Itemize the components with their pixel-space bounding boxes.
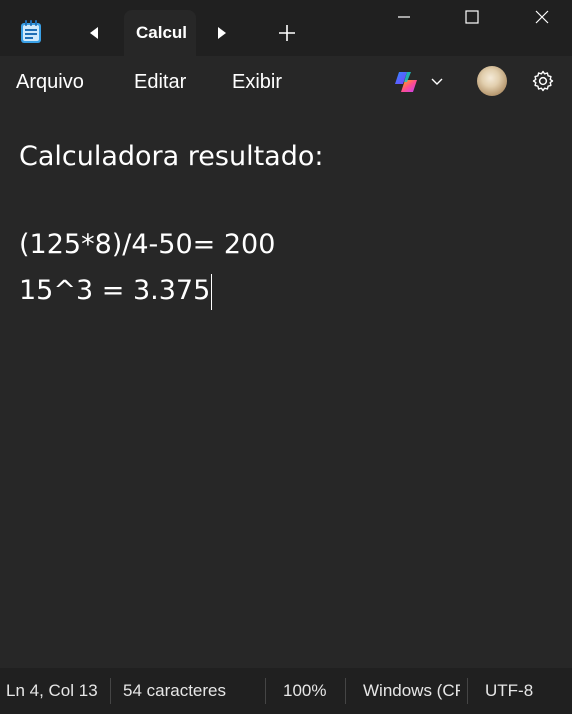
copilot-icon[interactable]: [392, 70, 420, 94]
menu-arquivo[interactable]: Arquivo: [16, 70, 84, 94]
zoom-level[interactable]: 100%: [283, 681, 343, 701]
cursor-position: Ln 4, Col 13: [6, 681, 98, 700]
caret-left-icon[interactable]: [82, 22, 106, 44]
editor-line: (125*8)/4-50= 200: [19, 229, 276, 260]
close-icon[interactable]: [518, 0, 566, 34]
notepad-icon: [20, 20, 42, 44]
tab-label: Calcul: [136, 23, 188, 42]
status-divider: [467, 678, 468, 704]
menu-exibir[interactable]: Exibir: [232, 70, 282, 94]
gear-icon[interactable]: [531, 69, 555, 93]
avatar[interactable]: [477, 66, 507, 96]
text-editor[interactable]: Calculadora resultado: (125*8)/4-50= 200…: [0, 108, 572, 668]
maximize-icon[interactable]: [448, 0, 496, 34]
editor-line-text: 15^3 = 3.375: [19, 275, 211, 306]
text-caret: [211, 273, 213, 310]
caret-right-icon[interactable]: [210, 22, 234, 44]
editor-line-current: 15^3 = 3.375: [19, 268, 572, 314]
encoding[interactable]: UTF-8: [485, 681, 555, 701]
notepad-window: Calcul Arquivo Editar Exibir Calculadora…: [0, 0, 572, 714]
line-ending[interactable]: Windows (CRLF): [363, 681, 460, 701]
minimize-icon[interactable]: [380, 0, 428, 34]
chevron-down-icon[interactable]: [428, 72, 446, 90]
status-divider: [265, 678, 266, 704]
title-bar: Calcul: [0, 0, 572, 56]
tab-calculadora[interactable]: Calcul: [124, 10, 196, 56]
status-bar: Ln 4, Col 13 54 caracteres 100% Windows …: [0, 668, 572, 714]
editor-line: Calculadora resultado:: [19, 141, 324, 172]
status-divider: [345, 678, 346, 704]
plus-icon[interactable]: [274, 20, 300, 46]
menu-editar[interactable]: Editar: [134, 70, 186, 94]
character-count: 54 caracteres: [123, 681, 226, 700]
status-divider: [110, 678, 111, 704]
